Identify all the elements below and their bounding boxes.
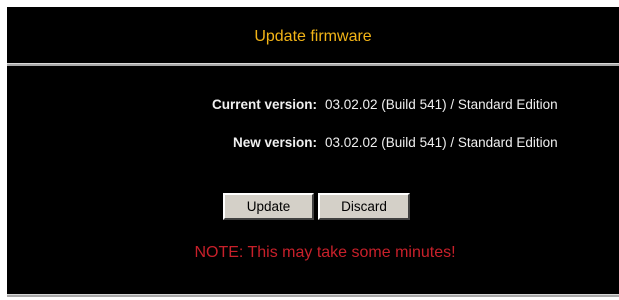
new-version-label: New version: [232,135,317,150]
bottom-divider [7,294,619,297]
update-button[interactable]: Update [223,193,314,220]
discard-button[interactable]: Discard [318,193,410,220]
current-version-label: Current version: [211,97,317,112]
new-version-value: 03.02.02 (Build 541) / Standard Edition [325,135,558,150]
page-title: Update firmware [254,28,372,45]
new-version-row: New version: 03.02.02 (Build 541) / Stan… [7,133,619,153]
current-version-row: Current version: 03.02.02 (Build 541) / … [7,95,619,115]
window-frame: Update firmware Current version: 03.02.0… [0,0,619,300]
title-divider [7,63,619,66]
current-version-value: 03.02.02 (Build 541) / Standard Edition [325,97,558,112]
firmware-update-panel: Update firmware Current version: 03.02.0… [7,7,619,297]
warning-note: NOTE: This may take some minutes! [194,244,456,261]
